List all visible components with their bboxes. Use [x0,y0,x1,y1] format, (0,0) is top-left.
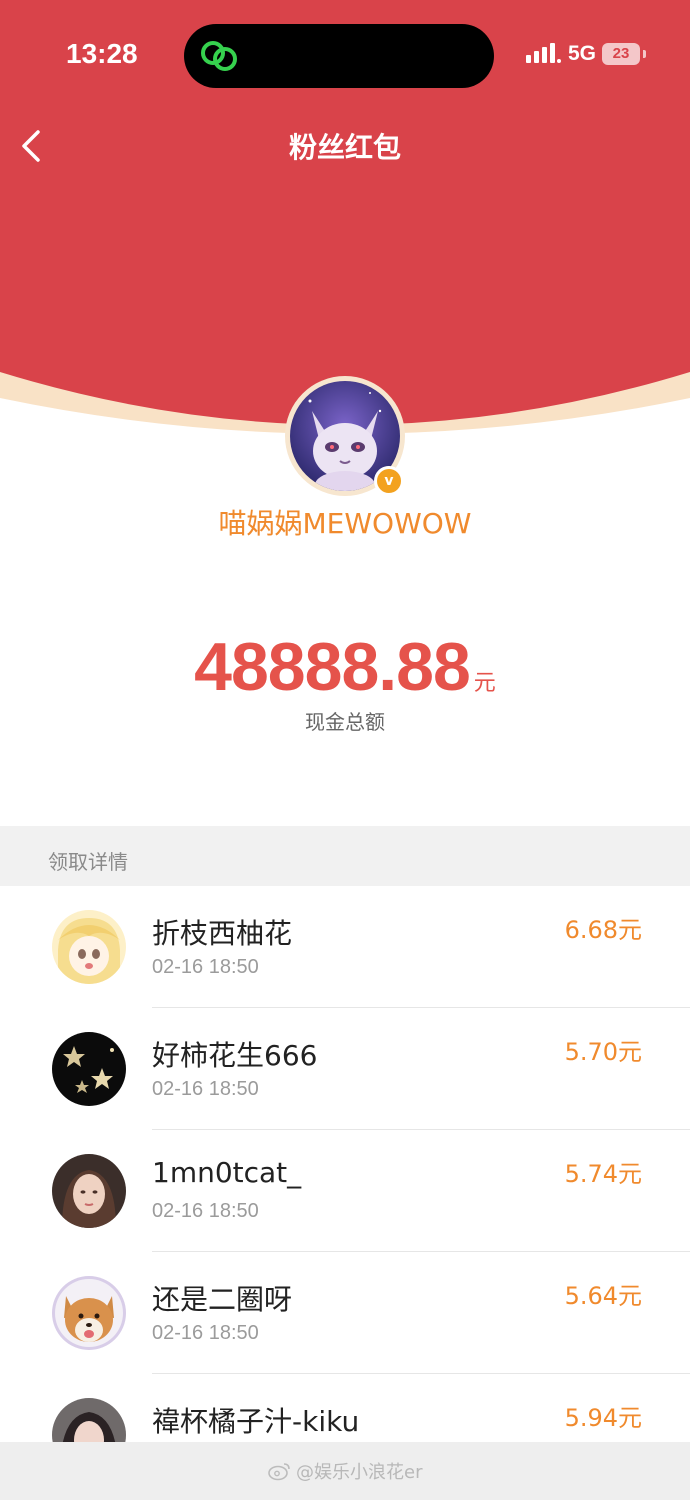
footer-bar: @娱乐小浪花er [0,1442,690,1500]
anime-girl-avatar [52,910,126,984]
claim-amount: 5.70元 [564,1038,642,1066]
list-item[interactable]: 禕杯橘子汁-kiku 5.94元 [0,1374,690,1442]
claim-amount: 5.94元 [564,1404,642,1432]
user-avatar [52,910,126,984]
claim-list: 折枝西柚花 02-16 18:50 6.68元 好柿花生666 02-16 18… [0,886,690,1442]
portrait-avatar [52,1154,126,1228]
claim-time: 02-16 18:50 [152,956,259,978]
list-item[interactable]: 好柿花生666 02-16 18:50 5.70元 [0,1008,690,1130]
claim-amount: 5.64元 [564,1282,642,1310]
amount-label: 现金总额 [305,710,385,734]
claim-time: 02-16 18:50 [152,1322,259,1344]
status-time: 13:28 [66,38,138,69]
user-avatar [52,1032,126,1106]
verified-badge-icon: v [374,466,404,496]
section-header: 领取详情 [0,826,690,886]
user-name: 还是二圈呀 [152,1283,293,1316]
creator-name[interactable]: 喵娲娲MEWOWOW [0,502,690,542]
status-bar: 13:28 5G 23 [0,0,690,110]
dynamic-island [184,24,494,88]
signal-icon [525,43,561,63]
page-title: 粉丝红包 [288,131,401,164]
user-avatar [52,1276,126,1350]
amount-value: 48888.88 [194,629,471,705]
claim-time: 02-16 18:50 [152,1078,259,1100]
battery-icon: 23 [602,43,646,65]
portrait-avatar [52,1398,126,1442]
user-avatar [52,1398,126,1442]
watermark: @娱乐小浪花er [268,1458,422,1484]
user-name: 禕杯橘子汁-kiku [152,1405,360,1438]
claim-time: 02-16 18:50 [152,1200,259,1222]
status-indicators: 5G 23 [525,42,646,66]
claim-amount: 5.74元 [564,1160,642,1188]
claim-amount: 6.68元 [564,916,642,944]
user-avatar [52,1154,126,1228]
network-type: 5G [567,42,596,65]
section-title: 领取详情 [48,850,128,874]
list-item[interactable]: 还是二圈呀 02-16 18:50 5.64元 [0,1252,690,1374]
amount-unit: 元 [473,671,496,696]
user-name: 好柿花生666 [152,1039,318,1072]
user-name: 1mn0tcat_ [152,1156,302,1189]
total-amount: 48888.88 元 [0,628,690,706]
watermark-text: @娱乐小浪花er [296,1462,423,1483]
user-name: 折枝西柚花 [152,917,293,950]
list-item[interactable]: 1mn0tcat_ 02-16 18:50 5.74元 [0,1130,690,1252]
stars-avatar [52,1032,126,1106]
link-app-icon [201,41,237,71]
shiba-dog-avatar [52,1276,126,1350]
battery-level: 23 [612,45,630,62]
weibo-icon [268,1463,290,1481]
list-item[interactable]: 折枝西柚花 02-16 18:50 6.68元 [0,886,690,1008]
